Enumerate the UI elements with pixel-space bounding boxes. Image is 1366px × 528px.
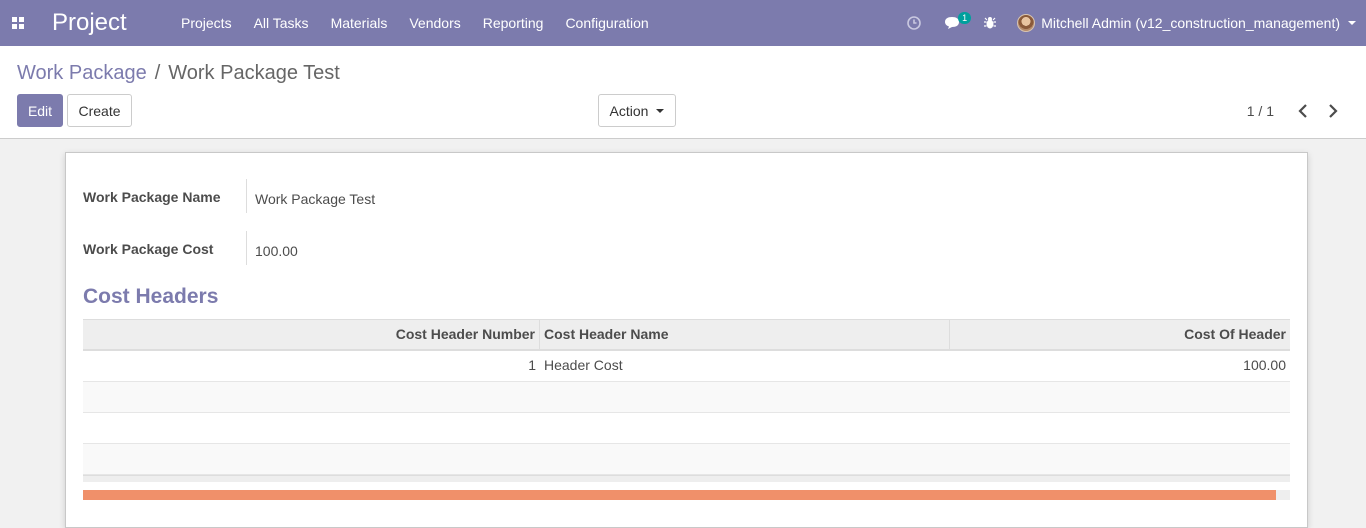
edit-button[interactable]: Edit	[17, 94, 63, 127]
app-title: Project	[52, 9, 127, 36]
pager: 1 / 1	[1247, 102, 1348, 120]
action-button-label: Action	[609, 102, 649, 119]
menu-item-projects[interactable]: Projects	[170, 0, 243, 46]
pager-value[interactable]: 1 / 1	[1247, 103, 1274, 119]
table-row[interactable]: 1 Header Cost 100.00	[83, 351, 1290, 382]
menu-item-all-tasks[interactable]: All Tasks	[243, 0, 320, 46]
clock-icon[interactable]	[899, 0, 929, 46]
breadcrumb-parent[interactable]: Work Package	[17, 62, 147, 85]
field-work-package-name: Work Package Name Work Package Test	[83, 179, 683, 213]
column-header-cost[interactable]: Cost Of Header	[950, 320, 1290, 349]
control-panel: Work Package / Work Package Test Edit Cr…	[0, 46, 1366, 139]
cell-cost: 100.00	[1243, 357, 1286, 373]
bug-icon[interactable]	[975, 0, 1005, 46]
form-sheet: Work Package Name Work Package Test Work…	[65, 152, 1308, 528]
top-navbar: Project Projects All Tasks Materials Ven…	[0, 0, 1366, 46]
table-header: Cost Header Number Cost Header Name Cost…	[83, 319, 1290, 351]
cell-number: 1	[528, 357, 536, 373]
scrollbar-thumb[interactable]	[83, 490, 1276, 500]
main-menu: Projects All Tasks Materials Vendors Rep…	[170, 0, 660, 46]
table-row-empty	[83, 382, 1290, 413]
breadcrumb-current: Work Package Test	[168, 62, 340, 84]
horizontal-scrollbar[interactable]	[83, 490, 1290, 500]
form-view: Work Package Name Work Package Test Work…	[0, 140, 1366, 528]
column-header-number[interactable]: Cost Header Number	[83, 320, 540, 349]
cost-headers-table: Cost Header Number Cost Header Name Cost…	[83, 319, 1290, 482]
menu-item-configuration[interactable]: Configuration	[554, 0, 659, 46]
table-footer	[83, 475, 1290, 482]
caret-down-icon	[656, 108, 665, 113]
action-button[interactable]: Action	[598, 94, 676, 127]
column-header-name[interactable]: Cost Header Name	[540, 320, 950, 349]
section-title: Cost Headers	[83, 285, 219, 308]
apps-grid-icon[interactable]	[0, 0, 36, 46]
chevron-left-icon[interactable]	[1288, 102, 1318, 120]
cell-name: Header Cost	[544, 357, 623, 373]
work-package-name-label: Work Package Name	[83, 189, 221, 205]
messages-badge: 1	[958, 12, 972, 24]
work-package-cost-label: Work Package Cost	[83, 241, 214, 257]
menu-item-reporting[interactable]: Reporting	[472, 0, 555, 46]
work-package-cost-value: 100.00	[246, 231, 298, 265]
menu-item-materials[interactable]: Materials	[320, 0, 399, 46]
field-work-package-cost: Work Package Cost 100.00	[83, 231, 683, 265]
breadcrumb: Work Package / Work Package Test	[17, 62, 340, 85]
user-menu[interactable]: Mitchell Admin (v12_construction_managem…	[1017, 14, 1356, 32]
chevron-down-icon	[1348, 21, 1356, 25]
chevron-right-icon[interactable]	[1318, 102, 1348, 120]
work-package-name-value: Work Package Test	[246, 179, 375, 213]
chat-icon[interactable]: 1	[937, 0, 972, 46]
menu-item-vendors[interactable]: Vendors	[398, 0, 471, 46]
avatar	[1017, 14, 1036, 32]
breadcrumb-separator: /	[154, 62, 161, 84]
table-row-empty	[83, 444, 1290, 475]
create-button[interactable]: Create	[67, 94, 132, 127]
user-name: Mitchell Admin (v12_construction_managem…	[1041, 15, 1340, 31]
table-row-empty	[83, 413, 1290, 444]
